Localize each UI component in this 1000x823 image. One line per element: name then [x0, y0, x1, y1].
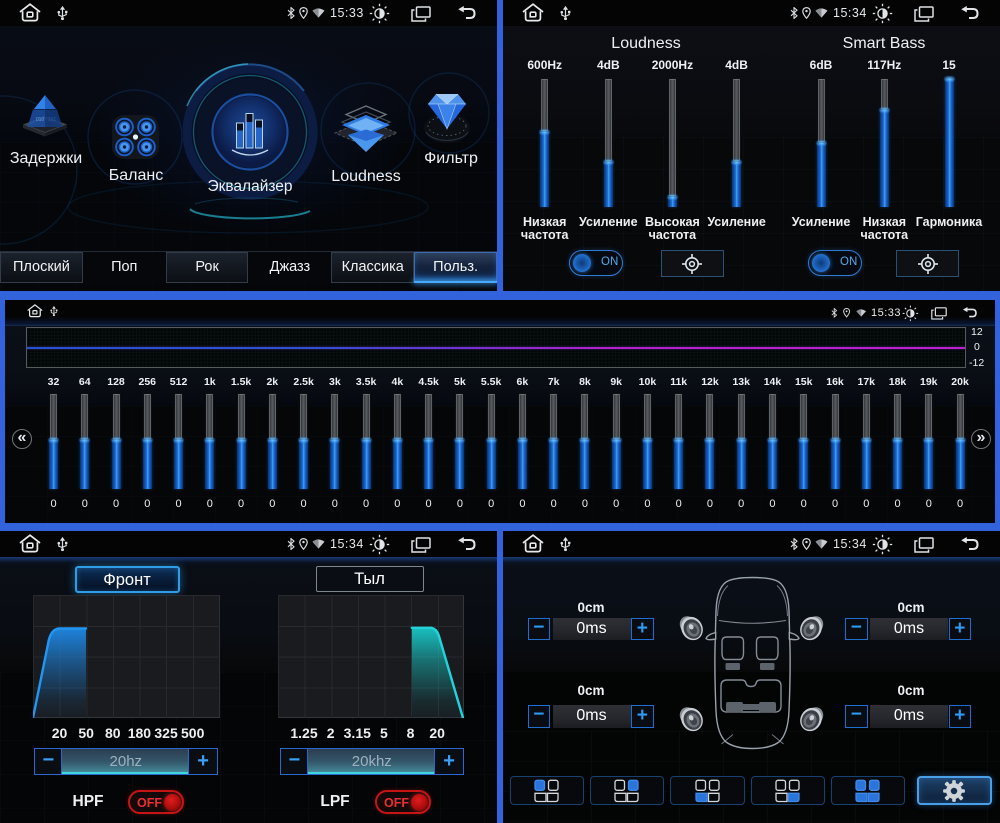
- svg-text:010: 010: [36, 117, 45, 123]
- svg-text:101: 101: [48, 117, 57, 123]
